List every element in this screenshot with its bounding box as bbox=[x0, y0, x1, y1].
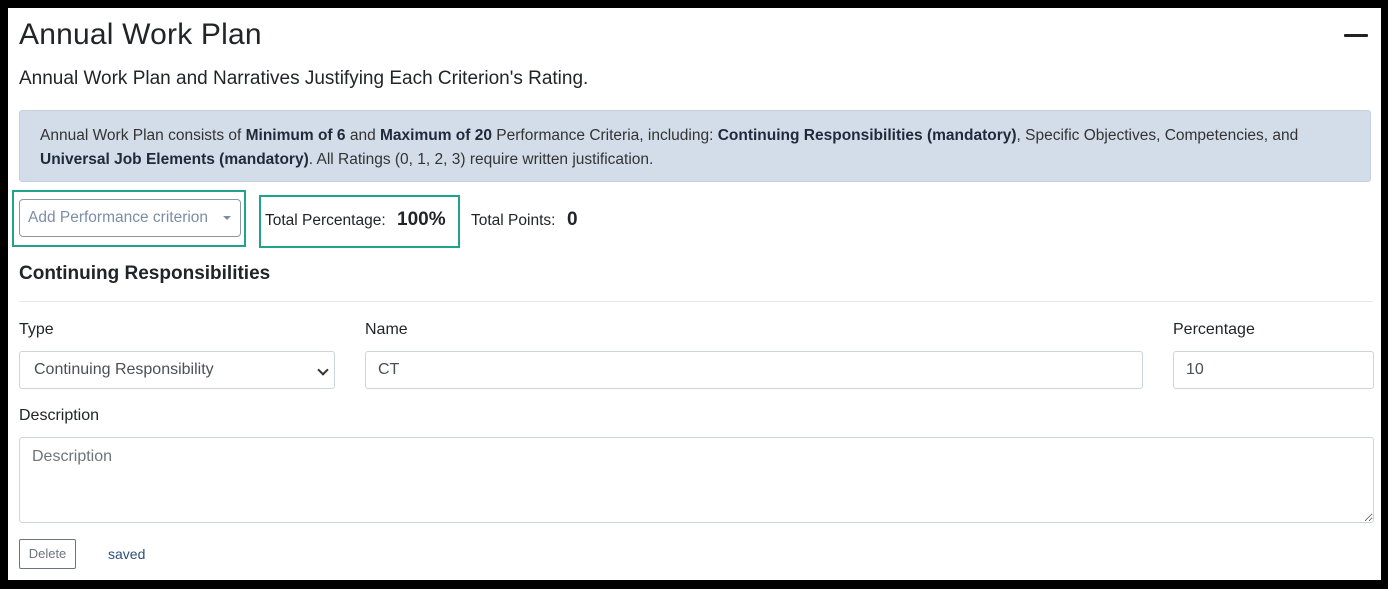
info-text: , Specific Objectives, Competencies, and bbox=[1016, 127, 1299, 144]
description-label: Description bbox=[19, 407, 100, 424]
info-text: Performance Criteria, including: bbox=[491, 127, 718, 144]
info-alert: Annual Work Plan consists of Minimum of … bbox=[19, 110, 1371, 182]
name-input[interactable] bbox=[365, 351, 1143, 389]
add-performance-criterion-dropdown[interactable]: Add Performance criterion bbox=[19, 199, 241, 237]
add-performance-criterion-label: Add Performance criterion bbox=[28, 209, 209, 226]
caret-down-icon bbox=[223, 216, 231, 220]
total-points-value: 0 bbox=[567, 209, 578, 230]
annual-work-plan-panel: Annual Work Plan Annual Work Plan and Na… bbox=[8, 8, 1381, 580]
delete-button[interactable]: Delete bbox=[19, 539, 76, 569]
total-percentage-value: 100% bbox=[397, 209, 446, 230]
type-select-value: Continuing Responsibility bbox=[34, 361, 214, 378]
info-text: Annual Work Plan consists of bbox=[40, 127, 246, 144]
type-label: Type bbox=[19, 321, 54, 338]
minus-icon bbox=[1344, 34, 1368, 37]
total-points-label: Total Points: bbox=[471, 212, 556, 229]
name-label: Name bbox=[365, 321, 408, 338]
info-continuing-responsibilities: Continuing Responsibilities (mandatory) bbox=[717, 127, 1017, 144]
percentage-label: Percentage bbox=[1173, 321, 1255, 338]
chevron-down-icon bbox=[317, 364, 329, 376]
info-universal-job-elements: Universal Job Elements (mandatory) bbox=[40, 151, 309, 168]
type-select[interactable]: Continuing Responsibility bbox=[19, 351, 335, 389]
info-min-criteria: Minimum of 6 bbox=[245, 127, 346, 144]
collapse-button[interactable] bbox=[1342, 22, 1372, 48]
section-divider bbox=[19, 301, 1373, 302]
description-textarea[interactable] bbox=[19, 437, 1374, 523]
page-subtitle: Annual Work Plan and Narratives Justifyi… bbox=[19, 68, 589, 89]
page-title: Annual Work Plan bbox=[19, 18, 262, 51]
section-title: Continuing Responsibilities bbox=[19, 263, 271, 284]
total-percentage-label: Total Percentage: bbox=[265, 212, 386, 229]
percentage-input[interactable] bbox=[1173, 351, 1374, 389]
info-text: . All Ratings (0, 1, 2, 3) require writt… bbox=[308, 151, 654, 168]
save-status: saved bbox=[108, 546, 146, 562]
info-max-criteria: Maximum of 20 bbox=[380, 127, 492, 144]
info-text: and bbox=[345, 127, 380, 144]
